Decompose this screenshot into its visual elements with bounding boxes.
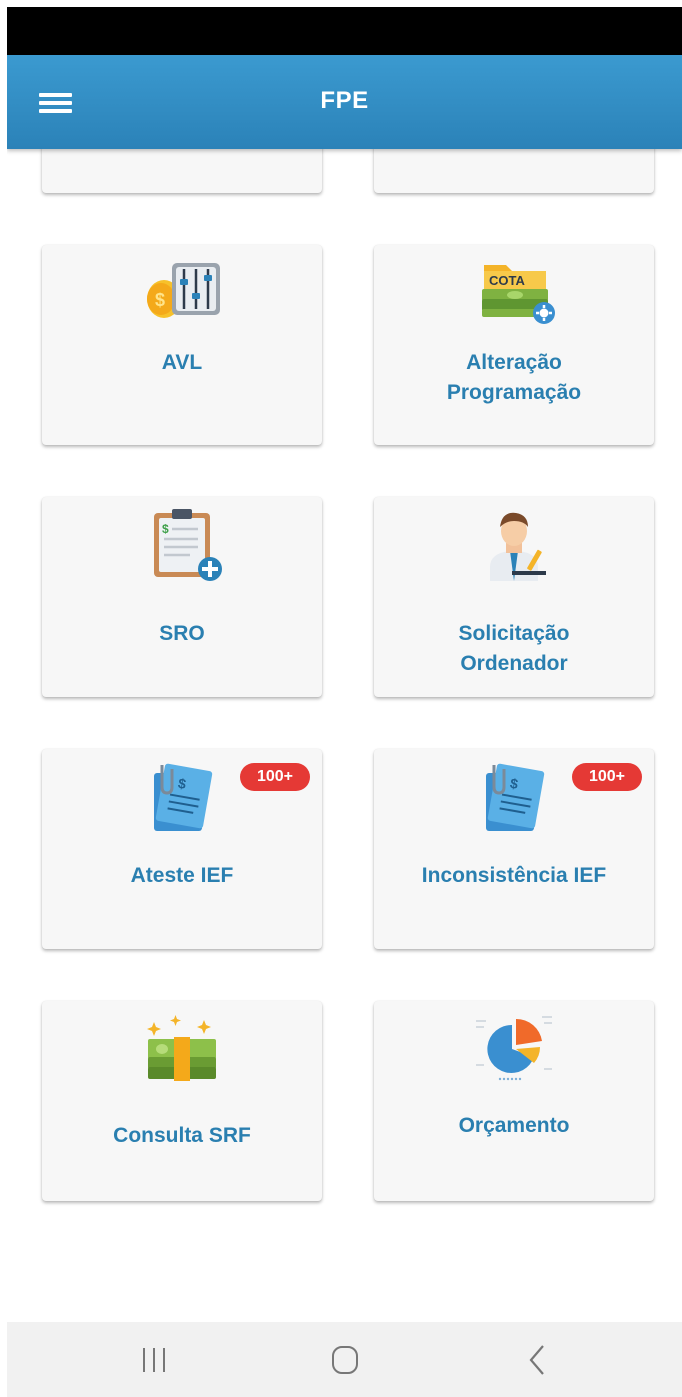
notification-badge: 100+ <box>572 763 642 791</box>
card-inconsistencia-ief[interactable]: $ 100+ Inconsistência IEF <box>374 749 654 949</box>
card-alteracao-programacao[interactable]: COTA Alteração Programação <box>374 245 654 445</box>
system-nav-bar <box>7 1322 682 1397</box>
invoice-clip-icon: $ <box>154 763 213 831</box>
menu-grid[interactable]: $ AVL COTA Alteração Programação $ SRO S… <box>7 149 682 1322</box>
card-avl[interactable]: $ AVL <box>42 245 322 445</box>
notification-badge: 100+ <box>240 763 310 791</box>
card-orcamento[interactable]: Orçamento <box>374 1001 654 1201</box>
app-title: FPE <box>320 87 369 114</box>
card-solicitacao-ordenador[interactable]: Solicitação Ordenador <box>374 497 654 697</box>
svg-text:$: $ <box>155 290 165 310</box>
card-consulta-srf[interactable]: Consulta SRF <box>42 1001 322 1201</box>
phone-screen: FPE $ AVL COTA Alteração Programação $ S… <box>7 7 682 1397</box>
man-signing-icon <box>490 512 546 581</box>
coin-sliders-icon: $ <box>147 263 220 318</box>
back-icon[interactable] <box>517 1342 557 1378</box>
money-stack-icon <box>147 1015 216 1081</box>
card-label: AVL <box>161 351 203 374</box>
cota-folder-icon: COTA <box>482 265 555 324</box>
card-label: Solicitação Ordenador <box>458 622 570 675</box>
card-label: Orçamento <box>458 1114 570 1137</box>
card-label: SRO <box>159 622 205 645</box>
recent-apps-icon[interactable] <box>134 1342 174 1378</box>
card-label: Consulta SRF <box>113 1124 251 1147</box>
svg-text:$: $ <box>162 522 169 536</box>
home-icon[interactable] <box>325 1342 365 1378</box>
card-partial-right[interactable] <box>374 149 654 193</box>
invoice-clip-icon: $ <box>486 763 545 831</box>
clipboard-plus-icon: $ <box>154 509 222 581</box>
pie-chart-icon <box>476 1016 552 1081</box>
card-label: Alteração Programação <box>446 351 582 404</box>
card-partial-left[interactable] <box>42 149 322 193</box>
status-bar <box>7 7 682 55</box>
card-ateste-ief[interactable]: $ 100+ Ateste IEF <box>42 749 322 949</box>
card-label: Ateste IEF <box>130 864 234 887</box>
card-sro[interactable]: $ SRO <box>42 497 322 697</box>
card-label: Inconsistência IEF <box>421 864 607 887</box>
app-bar: FPE <box>7 55 682 149</box>
svg-text:COTA: COTA <box>489 273 525 288</box>
